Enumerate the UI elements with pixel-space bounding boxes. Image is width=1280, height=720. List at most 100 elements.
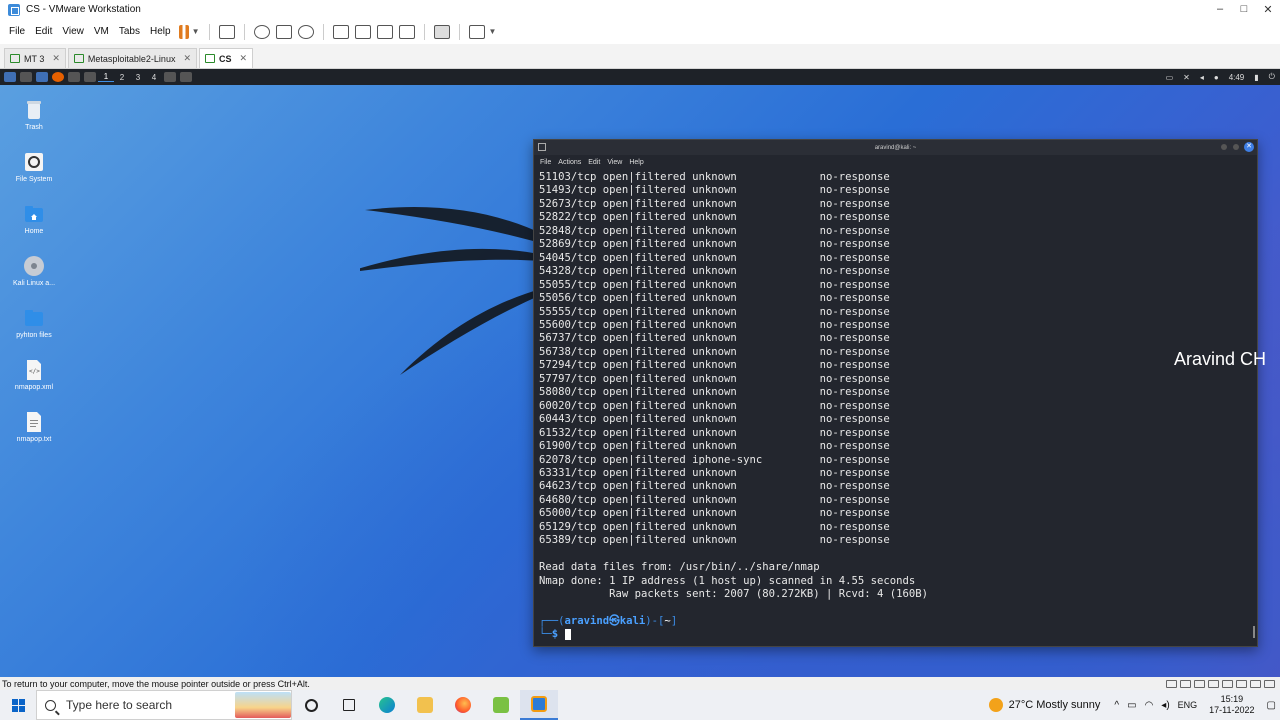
desktop-icon-home[interactable]: Home [0,203,68,235]
menu-help[interactable]: Help [145,26,176,37]
volume-icon[interactable]: ◂) [1161,700,1169,711]
taskbar-search-box[interactable]: Type here to search [36,690,292,720]
cd-drive-icon[interactable] [1179,679,1191,688]
network-adapter-icon[interactable] [1193,679,1205,688]
message-icon[interactable] [1263,679,1275,688]
chevron-down-icon[interactable]: ▼ [488,27,496,36]
tab-metasploitable2[interactable]: Metasploitable2-Linux ✕ [67,48,197,68]
workspace-1[interactable]: 1 [98,72,114,82]
taskbar-vmware[interactable] [520,690,558,720]
sound-card-icon[interactable] [1221,679,1233,688]
taskbar-firefox[interactable] [444,690,482,720]
start-button[interactable] [0,690,36,720]
desktop-icon-trash[interactable]: Trash [0,99,68,131]
pause-icon[interactable] [178,24,189,39]
port-line: 55056/tcp open|filtered unknown no-respo… [539,292,890,305]
terminal-menu-edit[interactable]: Edit [588,159,600,166]
desktop-icon-file-system[interactable]: File System [0,151,68,183]
terminal-titlebar[interactable]: aravind@kali: ~ ✕ [534,140,1257,155]
terminal-scrollbar[interactable] [1253,626,1255,638]
send-ctrl-alt-del-icon[interactable] [219,24,236,39]
language-indicator[interactable]: ENG [1178,700,1198,710]
menu-tabs[interactable]: Tabs [114,26,145,37]
port-line: 64680/tcp open|filtered unknown no-respo… [539,493,890,506]
power-icon[interactable]: ⏻ [1269,72,1275,82]
menu-view[interactable]: View [57,26,89,37]
snapshot-icon[interactable] [254,24,271,39]
task-view-button[interactable] [330,690,368,720]
chevron-down-icon[interactable]: ▼ [192,27,200,36]
paint-icon [493,697,509,713]
chevron-down-icon[interactable] [84,72,96,82]
close-icon[interactable]: ✕ [1244,142,1254,152]
taskbar-paint[interactable] [482,690,520,720]
desktop-icon-label: pyhton files [16,332,52,339]
tab-cs[interactable]: CS ✕ [199,48,254,68]
usb-icon[interactable] [1207,679,1219,688]
network-icon[interactable]: ▭ [1127,700,1136,711]
lock-icon[interactable]: ▮ [1254,73,1258,82]
terminal-cursor[interactable] [564,628,571,640]
desktop-icon-pyhton-files[interactable]: pyhton files [0,307,68,339]
taskbar-file-explorer[interactable] [406,690,444,720]
taskbar-clock[interactable]: 15:19 17-11-2022 [1209,694,1254,716]
unity-icon[interactable] [399,24,416,39]
close-icon[interactable]: ✕ [52,53,60,64]
maximize-button[interactable]: □ [1232,3,1256,16]
terminal-menu-file[interactable]: File [540,159,551,166]
close-icon[interactable]: ✕ [240,53,248,64]
taskbar-edge[interactable] [368,690,406,720]
console-view-icon[interactable] [434,24,451,39]
workspace-4[interactable]: 4 [146,73,162,82]
hard-disk-icon[interactable] [1165,679,1177,688]
weather-sun-icon[interactable] [988,698,1003,712]
desktop-icon-kali-disc[interactable]: Kali Linux a... [0,255,68,287]
workspace-2[interactable]: 2 [114,73,130,82]
taskbar-window-icon[interactable] [164,72,176,82]
desktop-icon-nmapop-xml[interactable]: </> nmapop.xml [0,359,68,391]
menu-vm[interactable]: VM [89,26,114,37]
terminal-launcher-icon[interactable] [68,72,80,82]
full-screen-icon[interactable] [377,24,394,39]
stretch-guest-icon[interactable] [469,24,486,39]
menu-edit[interactable]: Edit [30,26,57,37]
kali-clock[interactable]: 4:49 [1229,73,1245,82]
show-library-icon[interactable] [333,24,350,39]
weather-text[interactable]: 27°C Mostly sunny [1009,699,1101,711]
desktop-icon-nmapop-txt[interactable]: nmapop.txt [0,411,68,443]
terminal-menu-help[interactable]: Help [629,159,643,166]
terminal-output[interactable]: 51103/tcp open|filtered unknown no-respo… [534,169,1257,642]
notifications-muted-icon[interactable]: ✕ [1183,73,1190,82]
toolbar-divider [424,23,426,40]
minimize-icon[interactable] [1221,144,1227,150]
snapshot-manager-icon[interactable] [298,24,315,39]
workspace-3[interactable]: 3 [130,73,146,82]
kali-menu-icon[interactable] [4,72,16,82]
cortana-button[interactable] [292,690,330,720]
terminal-window[interactable]: aravind@kali: ~ ✕ File Actions Edit View… [533,139,1258,647]
close-button[interactable]: ✕ [1256,3,1280,16]
display-icon[interactable] [1249,679,1261,688]
terminal-menu-actions[interactable]: Actions [558,159,581,166]
firefox-icon[interactable] [52,72,64,82]
minimize-button[interactable]: – [1208,3,1232,16]
maximize-icon[interactable] [1233,144,1239,150]
printer-icon[interactable] [1235,679,1247,688]
file-manager-icon[interactable] [36,72,48,82]
display-icon[interactable]: ▭ [1166,73,1174,82]
show-thumbnail-icon[interactable] [355,24,372,39]
network-icon[interactable]: ● [1214,73,1219,82]
volume-icon[interactable]: ◂ [1200,73,1204,82]
menu-file[interactable]: File [4,26,30,37]
revert-snapshot-icon[interactable] [276,24,293,39]
show-desktop-icon[interactable] [20,72,32,82]
taskbar-terminal-icon[interactable] [180,72,192,82]
tab-mt3[interactable]: MT 3 ✕ [4,48,66,68]
close-icon[interactable]: ✕ [183,53,191,64]
toolbar-divider [323,23,325,40]
chevron-up-icon[interactable]: ^ [1114,700,1119,711]
terminal-menu-view[interactable]: View [607,159,622,166]
wifi-icon[interactable]: ◠ [1145,700,1154,711]
notifications-icon[interactable]: ▢ [1267,700,1276,711]
port-line: 54328/tcp open|filtered unknown no-respo… [539,265,890,278]
